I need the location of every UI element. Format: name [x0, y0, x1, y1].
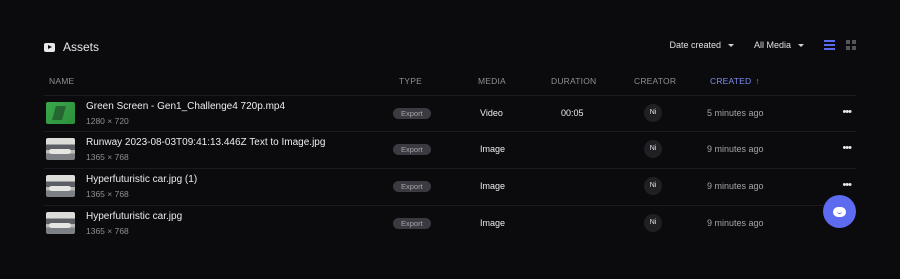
type-badge: Export — [393, 108, 431, 119]
table-row[interactable]: Green Screen - Gen1_Challenge4 720p.mp4 … — [44, 95, 856, 132]
asset-dimensions: 1365 × 768 — [86, 189, 129, 199]
asset-name: Runway 2023-08-03T09:41:13.446Z Text to … — [86, 137, 326, 148]
asset-dimensions: 1365 × 768 — [86, 152, 129, 162]
sort-ascending-icon: ↑ — [755, 76, 760, 86]
column-created[interactable]: CREATED ↑ — [710, 76, 760, 86]
column-name[interactable]: NAME — [49, 76, 74, 86]
media-type: Image — [480, 218, 506, 228]
media-type: Image — [480, 144, 506, 154]
column-duration[interactable]: DURATION — [551, 76, 596, 86]
column-creator[interactable]: CREATOR — [634, 76, 676, 86]
table-header: NAME TYPE MEDIA DURATION CREATOR CREATED… — [44, 74, 856, 88]
list-view-icon[interactable] — [824, 40, 835, 50]
creator-avatar: Ni — [644, 104, 662, 122]
chat-icon — [833, 206, 846, 217]
table-row[interactable]: Hyperfuturistic car.jpg (1) 1365 × 768 E… — [44, 168, 856, 205]
created-time: 9 minutes ago — [707, 181, 764, 191]
page-title: Assets — [63, 40, 100, 54]
asset-name: Hyperfuturistic car.jpg — [86, 211, 183, 222]
sort-dropdown[interactable]: Date created — [669, 40, 734, 50]
chevron-down-icon — [798, 43, 804, 47]
grid-view-icon[interactable] — [846, 40, 856, 50]
video-library-icon — [44, 42, 55, 52]
asset-thumbnail — [46, 175, 75, 197]
created-time: 9 minutes ago — [707, 144, 764, 154]
asset-thumbnail — [46, 138, 75, 160]
asset-dimensions: 1365 × 768 — [86, 226, 129, 236]
more-horizontal-icon[interactable]: ••• — [842, 106, 852, 118]
assets-title-group: Assets — [44, 40, 99, 54]
creator-avatar: Ni — [644, 177, 662, 195]
chevron-down-icon — [727, 43, 734, 47]
view-controls: Date created All Media — [669, 40, 856, 50]
asset-dimensions: 1280 × 720 — [86, 116, 129, 126]
chat-support-button[interactable] — [823, 195, 856, 228]
assets-header: Assets Date created All Media — [44, 40, 856, 60]
asset-duration: 00:05 — [561, 108, 584, 118]
created-time: 5 minutes ago — [707, 108, 764, 118]
sort-dropdown-label: Date created — [669, 40, 721, 50]
column-created-label: CREATED — [710, 76, 752, 86]
creator-avatar: Ni — [644, 140, 662, 158]
media-filter-dropdown[interactable]: All Media — [754, 40, 804, 50]
column-type[interactable]: TYPE — [399, 76, 422, 86]
column-media[interactable]: MEDIA — [478, 76, 506, 86]
media-filter-label: All Media — [753, 40, 791, 50]
more-horizontal-icon[interactable]: ••• — [842, 179, 852, 191]
type-badge: Export — [393, 181, 431, 192]
asset-name: Green Screen - Gen1_Challenge4 720p.mp4 — [86, 101, 286, 112]
media-type: Video — [480, 108, 503, 118]
type-badge: Export — [393, 218, 431, 229]
table-row[interactable]: Hyperfuturistic car.jpg 1365 × 768 Expor… — [44, 205, 856, 242]
creator-avatar: Ni — [644, 214, 662, 232]
asset-thumbnail — [46, 212, 75, 234]
asset-thumbnail — [46, 102, 75, 124]
created-time: 9 minutes ago — [707, 218, 764, 228]
type-badge: Export — [393, 144, 431, 155]
media-type: Image — [480, 181, 506, 191]
more-horizontal-icon[interactable]: ••• — [842, 142, 852, 154]
table-row[interactable]: Runway 2023-08-03T09:41:13.446Z Text to … — [44, 131, 856, 168]
asset-name: Hyperfuturistic car.jpg (1) — [86, 174, 198, 185]
